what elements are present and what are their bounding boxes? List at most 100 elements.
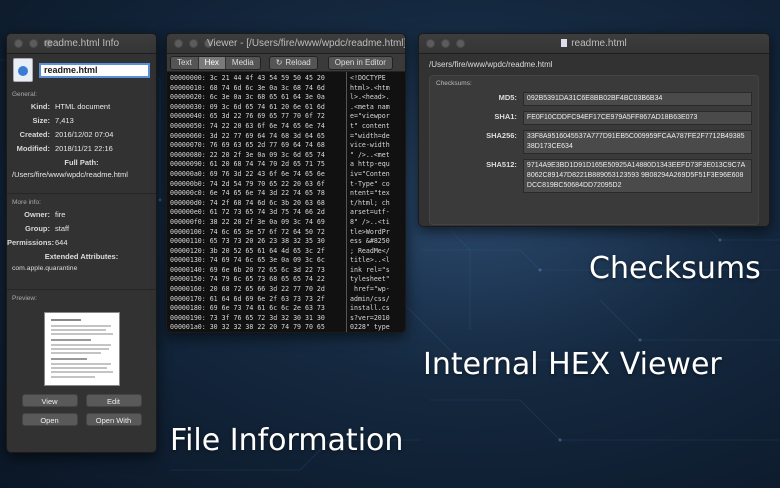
size-label: Size:	[32, 116, 50, 125]
open-in-editor-button[interactable]: Open in Editor	[327, 55, 393, 70]
close-button[interactable]	[174, 39, 183, 48]
divider	[7, 289, 156, 290]
hex-bytes-column: 00000000: 3c 21 44 4f 43 54 59 50 45 20 0…	[167, 72, 347, 332]
md5-row: MD5: 092B5391DA31C6E8BB02BF4BC03B6B34	[436, 92, 752, 106]
divider	[7, 193, 156, 194]
ascii-row: vice-width	[350, 141, 390, 150]
hex-row: 00000020: 6c 3e 0a 3c 68 65 61 64 3e 0a	[170, 93, 325, 102]
hex-row: 00000010: 68 74 6d 6c 3e 0a 3c 68 74 6d	[170, 83, 325, 92]
modified-row: Modified: 2018/11/21 22:16	[7, 142, 156, 156]
tab-media[interactable]: Media	[225, 56, 260, 69]
minimize-button[interactable]	[189, 39, 198, 48]
open-with-button[interactable]: Open With	[85, 413, 142, 426]
sha512-row: SHA512: 9714A9E3BD1D91D165E50925A14880D1…	[436, 159, 752, 193]
checksum-titlebar[interactable]: readme.html	[419, 34, 769, 54]
ascii-row: s?ver=2010	[350, 313, 390, 322]
reload-button[interactable]: ↻ Reload	[268, 55, 318, 70]
zoom-button[interactable]	[44, 39, 53, 48]
sha256-value[interactable]: 33F8A9516045537A777D91EB5C009959FCAA787F…	[522, 130, 752, 154]
hex-row: 000000d0: 74 2f 68 74 6d 6c 3b 20 63 68	[170, 198, 325, 207]
hex-row: 000000b0: 74 2d 54 79 70 65 22 20 63 6f	[170, 179, 325, 188]
sha1-value[interactable]: FE0F10CDDFC94EF17CE979A5FF867AD18B63E073	[522, 111, 752, 125]
checksums-caption: Checksums	[589, 251, 761, 286]
ascii-row: tylesheet"	[350, 275, 390, 284]
preview-label: Preview:	[12, 295, 37, 302]
created-row: Created: 2016/12/02 07:04	[7, 128, 156, 142]
ascii-row: <!DOCTYPE	[350, 74, 386, 82]
modified-value: 2018/11/21 22:16	[55, 144, 113, 153]
close-button[interactable]	[14, 39, 23, 48]
close-button[interactable]	[426, 39, 435, 48]
minimize-button[interactable]	[441, 39, 450, 48]
view-button[interactable]: View	[21, 394, 78, 407]
minimize-button[interactable]	[29, 39, 38, 48]
sha512-value[interactable]: 9714A9E3BD1D91D165E50925A14880D1343EEFD7…	[522, 159, 752, 193]
full-path-value: /Users/fire/www/wpdc/readme.html	[12, 170, 128, 179]
size-value: 7,413	[55, 116, 74, 125]
hex-row: 00000060: 3d 22 77 69 64 74 68 3d 64 65	[170, 131, 325, 140]
hex-row: 000000e0: 61 72 73 65 74 3d 75 74 66 2d	[170, 208, 325, 217]
hex-row: 00000100: 74 6c 65 3e 57 6f 72 64 50 72	[170, 227, 325, 236]
kind-row: Kind: HTML document	[7, 100, 156, 114]
ascii-row: .<meta nam	[350, 102, 390, 111]
file-preview-thumbnail[interactable]	[43, 312, 120, 386]
ascii-row: 0228" type	[350, 323, 390, 332]
hex-row: 000001a0: 30 32 32 38 22 20 74 79 70 65	[170, 323, 325, 332]
hex-row: 00000040: 65 3d 22 76 69 65 77 70 6f 72	[170, 112, 325, 121]
extended-attributes-label: Extended Attributes:	[44, 252, 119, 261]
tab-text[interactable]: Text	[171, 56, 199, 69]
ascii-row: install.cs	[350, 304, 390, 313]
window-controls	[167, 39, 213, 48]
md5-label: MD5:	[498, 93, 517, 102]
viewer-titlebar[interactable]: Viewer - [/Users/fire/www/wpdc/readme.ht…	[167, 34, 405, 54]
owner-row: Owner: fire	[7, 208, 156, 222]
reload-icon: ↻	[275, 57, 283, 67]
hex-row: 00000070: 76 69 63 65 2d 77 69 64 74 68	[170, 141, 325, 150]
hex-row: 00000130: 74 69 74 6c 65 3e 0a 09 3c 6c	[170, 256, 325, 265]
ascii-row: ink rel="s	[350, 265, 390, 274]
ascii-row: " />..<met	[350, 150, 390, 159]
hex-row: 00000140: 69 6e 6b 20 72 65 6c 3d 22 73	[170, 265, 325, 274]
hex-row: 00000150: 74 79 6c 65 73 68 65 65 74 22	[170, 275, 325, 284]
file-information-caption: File Information	[170, 423, 404, 458]
ascii-row: ntent="tex	[350, 189, 390, 198]
ascii-row: tle>WordPr	[350, 227, 390, 236]
kind-label: Kind:	[30, 102, 50, 111]
ascii-row: l>.<head>.	[350, 93, 390, 102]
hex-row: 000000a0: 69 76 3d 22 43 6f 6e 74 65 6e	[170, 169, 325, 178]
group-label: Group:	[25, 224, 50, 233]
window-controls	[7, 39, 53, 48]
permissions-row: Permissions: 644	[7, 236, 156, 250]
file-name-field[interactable]: readme.html	[39, 62, 150, 78]
ascii-row: title>..<l	[350, 256, 390, 265]
open-button[interactable]: Open	[21, 413, 78, 426]
full-path-label: Full Path:	[64, 158, 99, 167]
ascii-row: ="width=de	[350, 131, 390, 140]
edit-button[interactable]: Edit	[85, 394, 142, 407]
sha1-row: SHA1: FE0F10CDDFC94EF17CE979A5FF867AD18B…	[436, 111, 752, 125]
ascii-column: <!DOCTYPE html>.<htm l>.<head>. .<meta nam e…	[347, 72, 405, 332]
info-window: readme.html Info readme.html General: Ki…	[6, 33, 157, 453]
md5-value[interactable]: 092B5391DA31C6E8BB02BF4BC03B6B34	[522, 92, 752, 106]
modified-label: Modified:	[16, 144, 50, 153]
sha256-row: SHA256: 33F8A9516045537A777D91EB5C009959…	[436, 130, 752, 154]
zoom-button[interactable]	[204, 39, 213, 48]
hex-row: 00000180: 69 6e 73 74 61 6c 6c 2e 63 73	[170, 304, 325, 313]
info-titlebar[interactable]: readme.html Info	[7, 34, 156, 54]
hex-view[interactable]: 00000000: 3c 21 44 4f 43 54 59 50 45 20 0…	[167, 72, 405, 332]
ascii-row: e="viewpor	[350, 112, 390, 121]
group-row: Group: staff	[7, 222, 156, 236]
hex-row: 00000080: 22 20 2f 3e 0a 09 3c 6d 65 74	[170, 150, 325, 159]
hex-row: 00000190: 73 3f 76 65 72 3d 32 30 31 30	[170, 313, 325, 322]
group-value: staff	[55, 224, 70, 233]
tab-hex[interactable]: Hex	[198, 56, 226, 69]
hex-row: 00000000: 3c 21 44 4f 43 54 59 50 45 20	[170, 74, 325, 82]
kind-value: HTML document	[55, 102, 111, 111]
hex-row: 00000170: 61 64 6d 69 6e 2f 63 73 73 2f	[170, 294, 325, 303]
hex-row: 00000050: 74 22 20 63 6f 6e 74 65 6e 74	[170, 121, 325, 130]
checksum-window: readme.html /Users/fire/www/wpdc/readme.…	[418, 33, 770, 227]
extended-attributes-value: com.apple.quarantine	[12, 265, 78, 272]
created-value: 2016/12/02 07:04	[55, 130, 114, 139]
zoom-button[interactable]	[456, 39, 465, 48]
checksums-group-label: Checksums:	[436, 80, 472, 87]
